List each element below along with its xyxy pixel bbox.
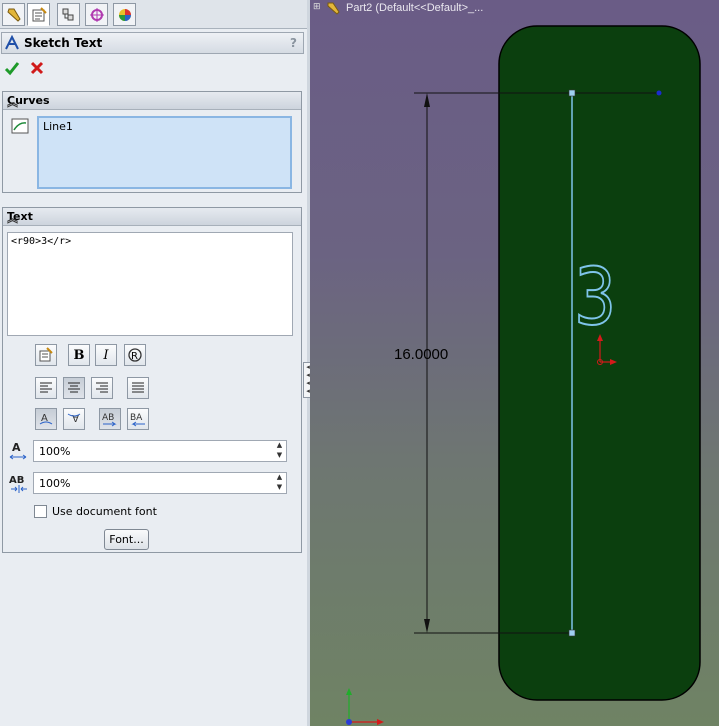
italic-button[interactable]: I bbox=[95, 344, 117, 366]
text-direction-icon: AB bbox=[102, 413, 117, 427]
char-spacing-icon: AB bbox=[9, 475, 27, 493]
svg-text:AB: AB bbox=[102, 413, 114, 423]
bold-button[interactable]: B bbox=[68, 344, 90, 366]
tab-configuration-manager[interactable] bbox=[57, 3, 80, 26]
model-view bbox=[346, 25, 701, 725]
flip-vertical-button[interactable]: A bbox=[35, 408, 57, 430]
align-center-icon bbox=[68, 382, 80, 393]
help-button[interactable]: ? bbox=[290, 36, 297, 50]
sketch-point[interactable] bbox=[656, 90, 662, 96]
dimension-value[interactable]: 16.0000 bbox=[394, 346, 448, 363]
char-spacing-field[interactable]: 100% ▲ ▼ bbox=[33, 472, 287, 494]
curves-group: Curves ︽ Line1 bbox=[2, 91, 302, 193]
align-right-button[interactable] bbox=[91, 377, 113, 399]
expand-tree-icon[interactable]: ⊞ bbox=[313, 2, 321, 12]
width-factor-icon: A bbox=[9, 441, 27, 460]
part-body[interactable] bbox=[498, 25, 701, 701]
width-factor-field[interactable]: 100% ▲ ▼ bbox=[33, 440, 287, 462]
svg-text:A: A bbox=[72, 412, 79, 423]
property-manager-panel: Sketch Text ? Curves ︽ Line1 Text ︽ <r90… bbox=[0, 0, 308, 726]
svg-text:R: R bbox=[131, 351, 138, 362]
tab-dimxpert[interactable] bbox=[85, 3, 108, 26]
rotate-icon: R bbox=[128, 348, 142, 362]
dimxpert-icon bbox=[89, 7, 104, 22]
char-spacing-value: 100% bbox=[39, 477, 71, 490]
triad-z-axis bbox=[346, 719, 352, 725]
property-manager-icon bbox=[32, 6, 47, 21]
svg-text:AB: AB bbox=[9, 475, 24, 486]
endpoint-top[interactable] bbox=[568, 89, 576, 97]
feature-manager-icon bbox=[6, 8, 21, 22]
align-right-icon bbox=[96, 382, 108, 393]
svg-text:A: A bbox=[12, 441, 21, 454]
part-icon bbox=[327, 2, 340, 15]
rotate-button[interactable]: R bbox=[124, 344, 146, 366]
ok-button[interactable] bbox=[1, 58, 23, 78]
text-header[interactable]: Text ︽ bbox=[3, 208, 301, 226]
document-title[interactable]: Part2 (Default<<Default>_... bbox=[346, 2, 483, 14]
curve-selection-icon bbox=[11, 118, 29, 134]
align-left-button[interactable] bbox=[35, 377, 57, 399]
display-manager-icon bbox=[118, 8, 131, 21]
italic-icon: I bbox=[103, 347, 109, 363]
text-input[interactable]: <r90>3</r> bbox=[7, 232, 293, 336]
cancel-button[interactable] bbox=[26, 58, 48, 78]
flip-horizontal-button[interactable]: A bbox=[63, 408, 85, 430]
configuration-manager-icon bbox=[62, 8, 73, 20]
link-property-icon bbox=[39, 347, 53, 362]
text-direction-ltr-button[interactable]: AB bbox=[99, 408, 121, 430]
use-document-font-label: Use document font bbox=[52, 505, 157, 518]
align-left-icon bbox=[40, 382, 52, 393]
sketch-text-preview[interactable]: 3 bbox=[573, 257, 618, 339]
flip-vertical-icon: A bbox=[39, 413, 53, 425]
spin-down-icon[interactable]: ▼ bbox=[274, 451, 285, 460]
dimension-arrow-bottom bbox=[424, 619, 430, 633]
curves-header[interactable]: Curves ︽ bbox=[3, 92, 301, 110]
align-center-button[interactable] bbox=[63, 377, 85, 399]
justify-icon bbox=[132, 382, 144, 393]
bold-icon: B bbox=[73, 347, 85, 363]
spin-down-icon[interactable]: ▼ bbox=[274, 483, 285, 492]
tab-display-manager[interactable] bbox=[113, 3, 136, 26]
spin-up-icon[interactable]: ▲ bbox=[274, 441, 285, 450]
graphics-area[interactable]: 3 16.0000 ⊞ Part2 (Default<<Default>_... bbox=[310, 0, 719, 726]
endpoint-bottom[interactable] bbox=[568, 629, 576, 637]
text-reverse-icon: BA bbox=[130, 413, 145, 427]
link-to-property-button[interactable] bbox=[35, 344, 57, 366]
text-direction-rtl-button[interactable]: BA bbox=[127, 408, 149, 430]
tab-property-manager[interactable] bbox=[27, 3, 50, 26]
close-icon bbox=[30, 61, 44, 75]
property-manager-title-bar: Sketch Text ? bbox=[1, 32, 304, 54]
svg-text:BA: BA bbox=[130, 413, 143, 423]
tab-feature-manager[interactable] bbox=[2, 3, 25, 26]
list-item[interactable]: Line1 bbox=[43, 120, 73, 133]
curves-selection-box[interactable]: Line1 bbox=[37, 116, 292, 189]
width-factor-value: 100% bbox=[39, 445, 71, 458]
dimension-arrow-top bbox=[424, 93, 430, 107]
collapse-icon[interactable]: ︽ bbox=[7, 210, 297, 226]
manager-tab-bar bbox=[0, 0, 307, 29]
checkmark-icon bbox=[4, 62, 20, 76]
justify-button[interactable] bbox=[127, 377, 149, 399]
flip-horizontal-icon: A bbox=[67, 412, 81, 423]
page-title: Sketch Text bbox=[24, 36, 103, 50]
spin-up-icon[interactable]: ▲ bbox=[274, 473, 285, 482]
use-document-font-checkbox[interactable] bbox=[34, 505, 47, 518]
font-button[interactable]: Font... bbox=[104, 529, 149, 550]
sketch-text-icon bbox=[5, 35, 19, 50]
collapse-icon[interactable]: ︽ bbox=[7, 94, 297, 110]
